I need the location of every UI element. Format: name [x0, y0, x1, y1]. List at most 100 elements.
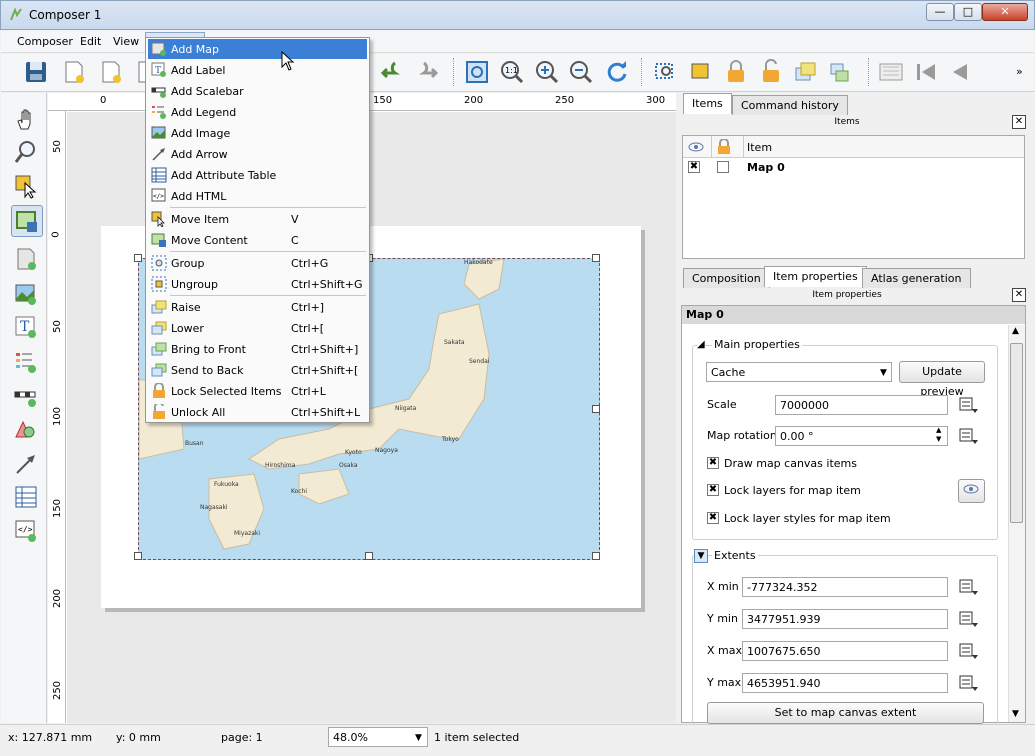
add-scalebar-icon[interactable]: [13, 383, 39, 409]
data-defined-icon[interactable]: [958, 577, 980, 597]
align-icon[interactable]: [828, 59, 854, 85]
data-defined-icon[interactable]: [958, 641, 980, 661]
menu-view[interactable]: View: [113, 35, 139, 48]
tab-items[interactable]: Items: [683, 93, 732, 114]
lock-icon[interactable]: [723, 59, 749, 85]
collapse-icon[interactable]: ▼: [694, 549, 708, 563]
redo-icon[interactable]: [414, 59, 440, 85]
ymin-input[interactable]: 3477951.939: [742, 609, 948, 629]
save-icon[interactable]: [23, 59, 49, 85]
maximize-button[interactable]: □: [954, 3, 982, 21]
menu-item-add-scalebar[interactable]: Add Scalebar: [148, 81, 367, 101]
menu-item-raise[interactable]: Raise Ctrl+]: [148, 297, 367, 317]
add-html-icon[interactable]: </>: [13, 518, 39, 544]
xmin-input[interactable]: -777324.352: [742, 577, 948, 597]
resize-handle[interactable]: [592, 552, 600, 560]
item-visible-checkbox[interactable]: ✖: [688, 161, 700, 173]
tab-item-properties[interactable]: Item properties: [764, 266, 867, 287]
duplicate-composer-icon[interactable]: [98, 59, 124, 85]
scale-input[interactable]: 7000000: [775, 395, 948, 415]
data-defined-icon[interactable]: [958, 395, 980, 415]
lock-layers-checkbox[interactable]: ✖: [707, 484, 719, 496]
resize-handle[interactable]: [592, 405, 600, 413]
resize-handle[interactable]: [365, 552, 373, 560]
menu-item-add-image[interactable]: Add Image: [148, 123, 367, 143]
previous-feature-icon[interactable]: [947, 59, 973, 85]
data-defined-icon[interactable]: [958, 673, 980, 693]
close-button[interactable]: ✕: [982, 3, 1028, 21]
scrollbar-thumb[interactable]: [1010, 343, 1023, 523]
add-image-icon[interactable]: [13, 281, 39, 307]
menu-item-lock-selected[interactable]: Lock Selected Items Ctrl+L: [148, 381, 367, 401]
atlas-preview-icon[interactable]: [878, 59, 904, 85]
resize-handle[interactable]: [134, 254, 142, 262]
pan-hand-icon[interactable]: [13, 107, 39, 133]
layer-visibility-button[interactable]: [958, 479, 985, 503]
resize-handle[interactable]: [592, 254, 600, 262]
menu-item-bring-to-front[interactable]: Bring to Front Ctrl+Shift+]: [148, 339, 367, 359]
menu-item-add-arrow[interactable]: Add Arrow: [148, 144, 367, 164]
move-content-tool[interactable]: [11, 205, 43, 237]
menu-item-add-label[interactable]: T Add Label: [148, 60, 367, 80]
scroll-down-icon[interactable]: ▼: [1012, 709, 1019, 719]
data-defined-icon[interactable]: [958, 609, 980, 629]
select-all-icon[interactable]: [689, 59, 715, 85]
add-map-icon[interactable]: [13, 246, 39, 272]
zoom-select[interactable]: 48.0%: [328, 727, 428, 747]
minimize-button[interactable]: —: [926, 3, 954, 21]
set-canvas-extent-button[interactable]: Set to map canvas extent: [707, 702, 984, 724]
ymax-input[interactable]: 4653951.940: [742, 673, 948, 693]
zoom-in-icon[interactable]: [534, 59, 560, 85]
add-shape-icon[interactable]: [13, 417, 39, 443]
select-icon[interactable]: [653, 59, 679, 85]
zoom-full-icon[interactable]: [464, 59, 490, 85]
menu-item-unlock-all[interactable]: Unlock All Ctrl+Shift+L: [148, 402, 367, 422]
menu-item-ungroup[interactable]: Ungroup Ctrl+Shift+G: [148, 274, 367, 294]
add-label-icon[interactable]: T: [13, 314, 39, 340]
tab-command-history[interactable]: Command history: [732, 95, 848, 115]
menu-item-add-attribute-table[interactable]: Add Attribute Table: [148, 165, 367, 185]
zoom-tool-icon[interactable]: [13, 139, 39, 165]
refresh-icon[interactable]: [604, 59, 630, 85]
close-icon[interactable]: ✕: [1012, 288, 1026, 302]
menu-item-add-map[interactable]: Add Map: [148, 39, 367, 59]
raise-icon[interactable]: [793, 59, 819, 85]
add-legend-icon[interactable]: [13, 349, 39, 375]
menu-item-move-content[interactable]: Move Content C: [148, 230, 367, 250]
collapse-icon[interactable]: ◢: [697, 339, 705, 350]
tab-composition[interactable]: Composition: [683, 268, 770, 288]
new-composer-icon[interactable]: [61, 59, 87, 85]
zoom-actual-icon[interactable]: 1:1: [499, 59, 525, 85]
toolbar-overflow-icon[interactable]: »: [1016, 65, 1023, 78]
menu-item-move-item[interactable]: Move Item V: [148, 209, 367, 229]
items-row-map0[interactable]: Map 0: [747, 161, 785, 174]
resize-handle[interactable]: [134, 552, 142, 560]
item-lock-checkbox[interactable]: [717, 161, 729, 173]
unlock-icon[interactable]: [758, 59, 784, 85]
xmax-input[interactable]: 1007675.650: [742, 641, 948, 661]
menu-item-lower[interactable]: Lower Ctrl+[: [148, 318, 367, 338]
spin-arrows-icon[interactable]: ▲ ▼: [936, 426, 941, 444]
preview-mode-select[interactable]: Cache: [706, 362, 892, 382]
ymax-label: Y max: [707, 676, 742, 689]
menu-edit[interactable]: Edit: [80, 35, 101, 48]
undo-icon[interactable]: [379, 59, 405, 85]
select-move-item-icon[interactable]: [13, 173, 39, 199]
add-attribute-table-icon[interactable]: [13, 484, 39, 510]
tab-atlas-generation[interactable]: Atlas generation: [862, 268, 971, 288]
add-arrow-icon[interactable]: [13, 451, 39, 477]
menu-item-group[interactable]: Group Ctrl+G: [148, 253, 367, 273]
zoom-out-icon[interactable]: [568, 59, 594, 85]
map-rotation-input[interactable]: 0.00 °: [775, 426, 948, 446]
draw-canvas-checkbox[interactable]: ✖: [707, 457, 719, 469]
menu-item-send-to-back[interactable]: Send to Back Ctrl+Shift+[: [148, 360, 367, 380]
menu-item-add-html[interactable]: </> Add HTML: [148, 186, 367, 206]
menu-composer[interactable]: Composer: [17, 35, 73, 48]
scroll-up-icon[interactable]: ▲: [1012, 326, 1019, 336]
close-icon[interactable]: ✕: [1012, 115, 1026, 129]
lock-styles-checkbox[interactable]: ✖: [707, 512, 719, 524]
update-preview-button[interactable]: Update preview: [899, 361, 985, 398]
menu-item-add-legend[interactable]: Add Legend: [148, 102, 367, 122]
data-defined-icon[interactable]: [958, 426, 980, 446]
first-feature-icon[interactable]: [913, 59, 939, 85]
